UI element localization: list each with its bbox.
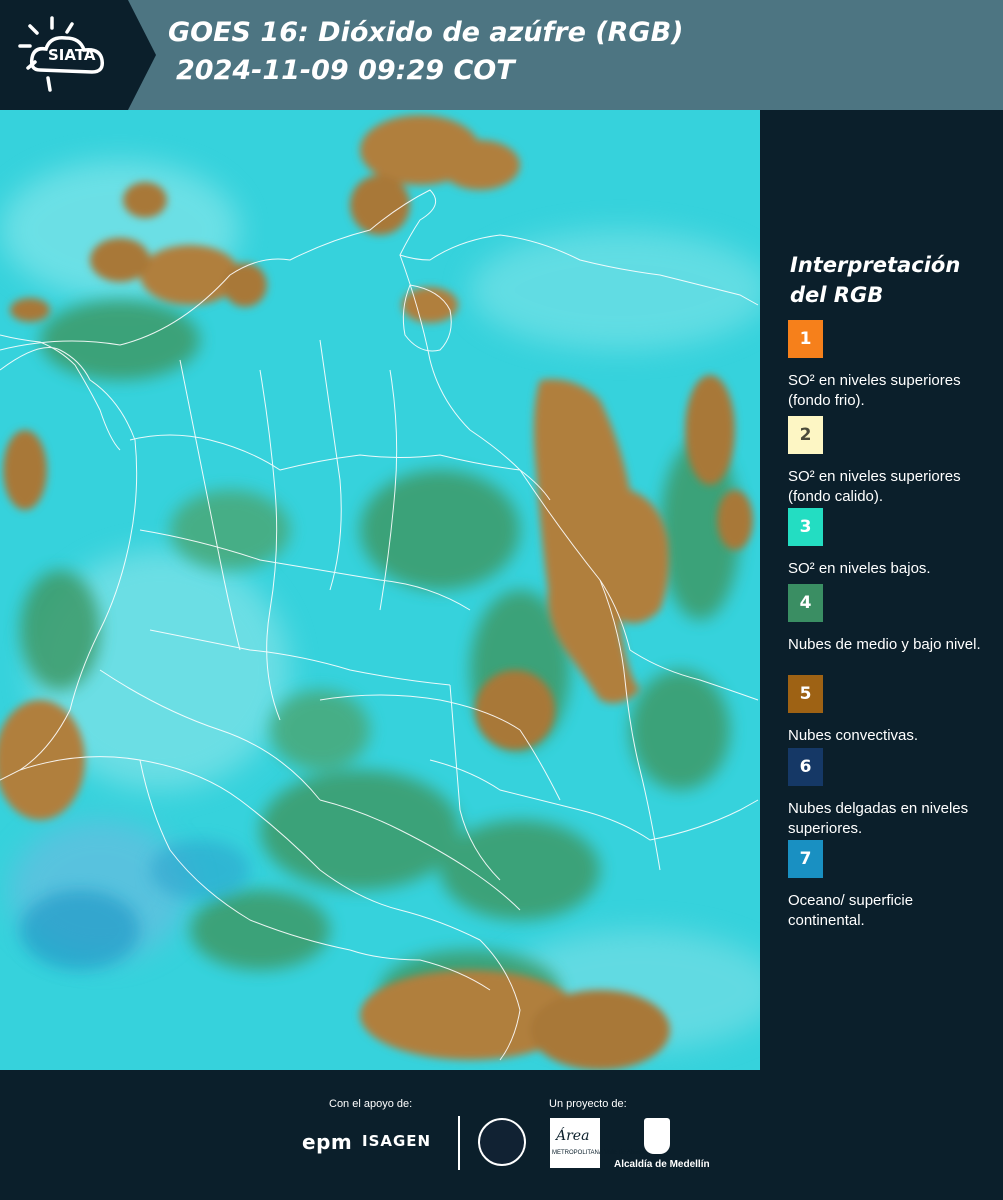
legend-swatch-2: 2 bbox=[788, 416, 823, 454]
legend-item-1: 1 SO² en niveles superiores (fondo frio)… bbox=[788, 320, 988, 411]
medellin-seal-icon bbox=[478, 1118, 526, 1166]
legend-swatch-1: 1 bbox=[788, 320, 823, 358]
legend-panel: Interpretación del RGB 1 SO² en niveles … bbox=[760, 110, 1003, 1070]
epm-logo: epm bbox=[302, 1130, 353, 1154]
legend-text-1: SO² en niveles superiores (fondo frio). bbox=[788, 372, 961, 409]
siata-logo-text: SIATA bbox=[48, 46, 96, 64]
legend-item-4: 4 Nubes de medio y bajo nivel. bbox=[788, 584, 988, 655]
legend-item-7: 7 Oceano/ superficie continental. bbox=[788, 840, 988, 931]
satellite-map[interactable] bbox=[0, 110, 760, 1070]
title-timestamp: 2024-11-09 09:29 COT bbox=[176, 55, 515, 86]
legend-number-2: 2 bbox=[799, 425, 812, 445]
legend-swatch-5: 5 bbox=[788, 675, 823, 713]
legend-number-6: 6 bbox=[799, 757, 812, 777]
legend-swatch-6: 6 bbox=[788, 748, 823, 786]
support-label: Con el apoyo de: bbox=[329, 1098, 413, 1110]
legend-number-5: 5 bbox=[799, 684, 812, 704]
legend-item-6: 6 Nubes delgadas en niveles superiores. bbox=[788, 748, 988, 839]
area-logo-word: Área bbox=[556, 1128, 590, 1144]
legend-number-7: 7 bbox=[799, 849, 812, 869]
legend-swatch-3: 3 bbox=[788, 508, 823, 546]
siata-logo: SIATA bbox=[0, 0, 160, 110]
footer: Con el apoyo de: Un proyecto de: epm ISA… bbox=[0, 1070, 1003, 1200]
project-label: Un proyecto de: bbox=[549, 1098, 627, 1110]
area-logo-sub: METROPOLITANA Valle de Aburrá bbox=[552, 1150, 645, 1156]
legend-number-4: 4 bbox=[799, 593, 812, 613]
legend-text-4: Nubes de medio y bajo nivel. bbox=[788, 636, 981, 653]
map-canvas bbox=[0, 110, 760, 1070]
alcaldia-label: Alcaldía de Medellín bbox=[614, 1159, 710, 1170]
legend-item-2: 2 SO² en niveles superiores (fondo calid… bbox=[788, 416, 988, 507]
legend-text-3: SO² en niveles bajos. bbox=[788, 560, 931, 577]
legend-item-5: 5 Nubes convectivas. bbox=[788, 675, 988, 746]
legend-title: Interpretación del RGB bbox=[790, 253, 961, 307]
legend-swatch-7: 7 bbox=[788, 840, 823, 878]
legend-swatch-4: 4 bbox=[788, 584, 823, 622]
header-bar: SIATA GOES 16: Dióxido de azúfre (RGB) 2… bbox=[0, 0, 1003, 110]
legend-text-5: Nubes convectivas. bbox=[788, 727, 919, 744]
footer-divider bbox=[458, 1116, 460, 1170]
page-title: GOES 16: Dióxido de azúfre (RGB) 2024-11… bbox=[168, 14, 684, 90]
alcaldia-crest-icon bbox=[644, 1118, 670, 1154]
area-metropolitana-logo: Área METROPOLITANA Valle de Aburrá bbox=[550, 1118, 645, 1168]
legend-number-3: 3 bbox=[799, 517, 812, 537]
title-product: GOES 16: Dióxido de azúfre (RGB) bbox=[168, 17, 684, 48]
legend-item-3: 3 SO² en niveles bajos. bbox=[788, 508, 988, 579]
legend-number-1: 1 bbox=[799, 329, 812, 349]
legend-text-7: Oceano/ superficie continental. bbox=[788, 892, 914, 929]
legend-text-2: SO² en niveles superiores (fondo calido)… bbox=[788, 468, 961, 505]
legend-text-6: Nubes delgadas en niveles superiores. bbox=[788, 800, 969, 837]
isagen-logo: ISAGEN bbox=[362, 1132, 432, 1150]
